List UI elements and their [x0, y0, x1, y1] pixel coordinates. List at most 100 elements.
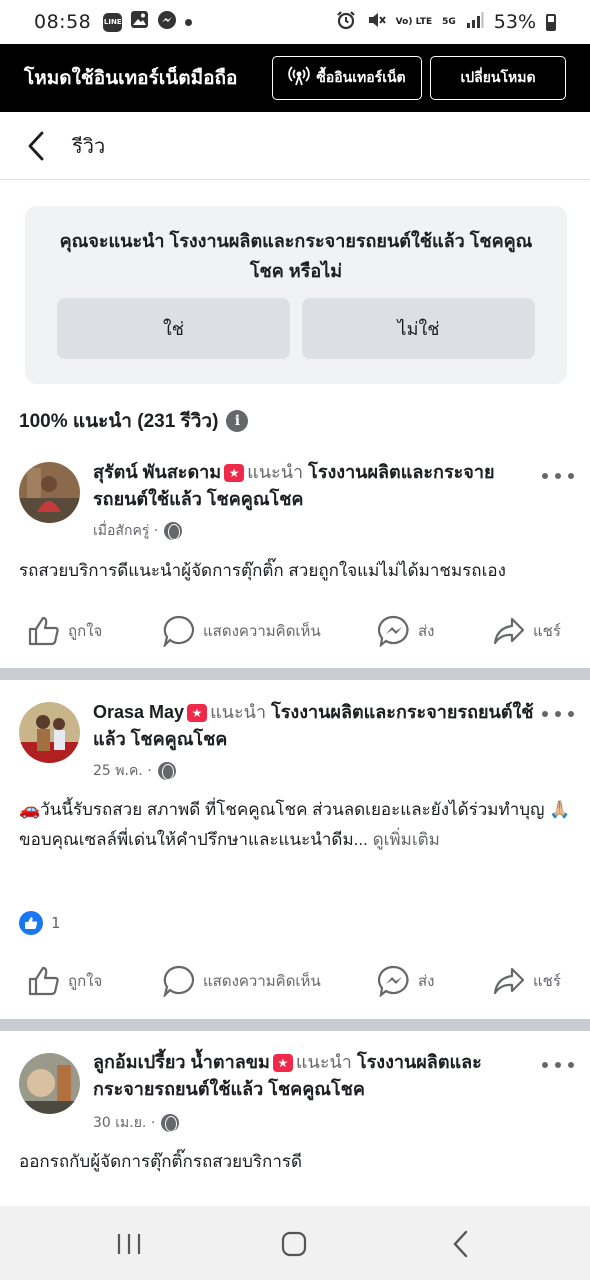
review-text: 🚗วันนี้รับรถสวย สภาพดี ที่โชคคูณโชค ส่วน… — [19, 800, 571, 849]
recommend-badge-icon: ★ — [224, 464, 245, 483]
globe-icon — [157, 762, 176, 780]
post-separator — [0, 668, 590, 680]
more-options-icon[interactable] — [542, 1055, 574, 1075]
messenger-send-icon — [378, 615, 409, 647]
chevron-left-icon — [28, 131, 44, 160]
comment-button[interactable]: แสดงความคิดเห็น — [163, 615, 321, 647]
page-header: รีวิว — [0, 112, 590, 180]
comment-label: แสดงความคิดเห็น — [203, 973, 321, 990]
globe-icon — [161, 1114, 180, 1132]
buy-internet-label: ซื้ออินเทอร์เน็ต — [316, 70, 406, 86]
review-post: ลูกอ้มเปรี้ยว น้ำตาลขม ★ แนะนำ โรงงานผลิตแ… — [0, 1031, 590, 1206]
review-text: รถสวยบริการดีแนะนำผู้จัดการตุ๊กติ๊ก สวยถ… — [19, 561, 506, 580]
review-time[interactable]: เมื่อสักครู่ · — [93, 520, 158, 542]
home-button[interactable] — [264, 1224, 324, 1264]
messenger-icon — [157, 10, 177, 35]
send-label: ส่ง — [418, 623, 435, 640]
recommend-question: คุณจะแนะนำ โรงงานผลิตและกระจายรถยนต์ใช้แ… — [59, 231, 533, 281]
share-button[interactable]: แชร์ — [493, 967, 561, 995]
share-icon — [493, 617, 525, 645]
review-actions: ถูกใจ แสดงความคิดเห็น ส่ง แชร์ — [0, 956, 590, 1006]
volte-icon: Vo) LTE — [395, 16, 433, 27]
send-button[interactable]: ส่ง — [378, 965, 434, 997]
review-meta: 30 เม.ย. · — [93, 1112, 180, 1134]
recommend-badge-icon: ★ — [272, 1054, 293, 1073]
dot-icon — [185, 18, 193, 26]
battery-icon — [546, 13, 556, 31]
like-label: ถูกใจ — [68, 973, 103, 990]
review-time[interactable]: 25 พ.ค. · — [93, 760, 152, 782]
mute-icon — [366, 10, 386, 35]
review-summary-text: 100% แนะนำ (231 รีวิว) — [19, 411, 219, 432]
recommend-yes-button[interactable]: ใช่ — [57, 298, 290, 359]
post-separator — [0, 1019, 590, 1031]
5g-icon: 5G — [442, 16, 456, 27]
recommend-prompt-card: คุณจะแนะนำ โรงงานผลิตและกระจายรถยนต์ใช้แ… — [25, 206, 567, 384]
android-nav-bar — [0, 1206, 590, 1280]
back-button[interactable] — [10, 112, 62, 180]
signal-icon — [466, 11, 484, 34]
gallery-icon — [130, 10, 149, 34]
avatar[interactable] — [19, 702, 80, 763]
share-button[interactable]: แชร์ — [493, 617, 561, 645]
recommend-badge-icon: ★ — [187, 704, 208, 723]
broadcast-icon — [288, 65, 311, 91]
recent-apps-button[interactable] — [99, 1224, 159, 1264]
review-post: สุรัตน์ พันสะดาม ★ แนะนำ โรงงานผลิตและกระจ… — [0, 450, 590, 670]
mobile-data-mode-banner: โหมดใช้อินเทอร์เน็ตมือถือ ซื้ออินเทอร์เน… — [0, 44, 590, 112]
review-meta: 25 พ.ค. · — [93, 760, 176, 782]
mode-banner-title: โหมดใช้อินเทอร์เน็ตมือถือ — [24, 68, 238, 89]
comment-icon — [163, 965, 195, 997]
review-time[interactable]: 30 เม.ย. · — [93, 1112, 155, 1134]
review-author[interactable]: สุรัตน์ พันสะดาม — [93, 462, 221, 482]
home-icon — [281, 1231, 307, 1257]
reaction-count[interactable]: 1 — [19, 911, 61, 935]
like-button[interactable]: ถูกใจ — [28, 966, 102, 996]
recommend-no-button[interactable]: ไม่ใช่ — [302, 298, 535, 359]
status-bar: 08:58 LINE Vo) LTE 5G 53% — [0, 0, 590, 44]
more-options-icon[interactable] — [542, 466, 574, 486]
comment-button[interactable]: แสดงความคิดเห็น — [163, 965, 321, 997]
recommend-buttons: ใช่ ไม่ใช่ — [25, 286, 567, 359]
review-text: ออกรถกับผู้จัดการตุ๊กติ๊กรถสวยบริการดี — [19, 1152, 303, 1171]
share-label: แชร์ — [533, 973, 561, 990]
review-header: สุรัตน์ พันสะดาม ★ แนะนำ โรงงานผลิตและกระจ… — [93, 459, 543, 513]
avatar[interactable] — [19, 1053, 80, 1114]
avatar[interactable] — [19, 462, 80, 523]
notification-icons: LINE — [103, 10, 193, 35]
like-button[interactable]: ถูกใจ — [28, 616, 102, 646]
battery-percent: 53% — [493, 11, 536, 33]
review-actions: ถูกใจ แสดงความคิดเห็น ส่ง แชร์ — [0, 606, 590, 656]
review-text-block: 🚗วันนี้รับรถสวย สภาพดี ที่โชคคูณโชค ส่วน… — [19, 795, 574, 855]
share-label: แชร์ — [533, 623, 561, 640]
review-meta: เมื่อสักครู่ · — [93, 520, 183, 542]
thumbs-up-icon — [28, 616, 59, 646]
buy-internet-button[interactable]: ซื้ออินเทอร์เน็ต — [272, 56, 422, 100]
review-header: ลูกอ้มเปรี้ยว น้ำตาลขม ★ แนะนำ โรงงานผลิตแ… — [93, 1049, 543, 1103]
review-header: Orasa May ★ แนะนำ โรงงานผลิตและกระจายรถยนต… — [93, 699, 543, 753]
review-recommends-label: แนะนำ — [210, 702, 267, 722]
send-label: ส่ง — [418, 973, 435, 990]
review-author[interactable]: Orasa May — [93, 702, 184, 722]
comment-label: แสดงความคิดเห็น — [203, 623, 321, 640]
like-reaction-icon — [19, 911, 43, 935]
review-author[interactable]: ลูกอ้มเปรี้ยว น้ำตาลขม — [93, 1052, 270, 1072]
system-icons: Vo) LTE 5G 53% — [336, 10, 556, 35]
alarm-icon — [336, 10, 356, 35]
page-title: รีวิว — [72, 133, 106, 158]
more-options-icon[interactable] — [542, 704, 574, 724]
back-nav-button[interactable] — [430, 1224, 490, 1264]
recent-apps-icon — [117, 1234, 141, 1254]
send-button[interactable]: ส่ง — [378, 615, 434, 647]
review-recommends-label: แนะนำ — [247, 462, 304, 482]
see-more-link[interactable]: ดูเพิ่มเติม — [373, 830, 440, 849]
switch-mode-button[interactable]: เปลี่ยนโหมด — [430, 56, 566, 100]
status-time: 08:58 — [34, 11, 92, 33]
share-icon — [493, 967, 525, 995]
messenger-send-icon — [378, 965, 409, 997]
comment-icon — [163, 615, 195, 647]
like-count: 1 — [51, 914, 61, 932]
thumbs-up-icon — [28, 966, 59, 996]
review-summary: 100% แนะนำ (231 รีวิว) i — [19, 406, 249, 436]
info-icon[interactable]: i — [226, 410, 249, 432]
